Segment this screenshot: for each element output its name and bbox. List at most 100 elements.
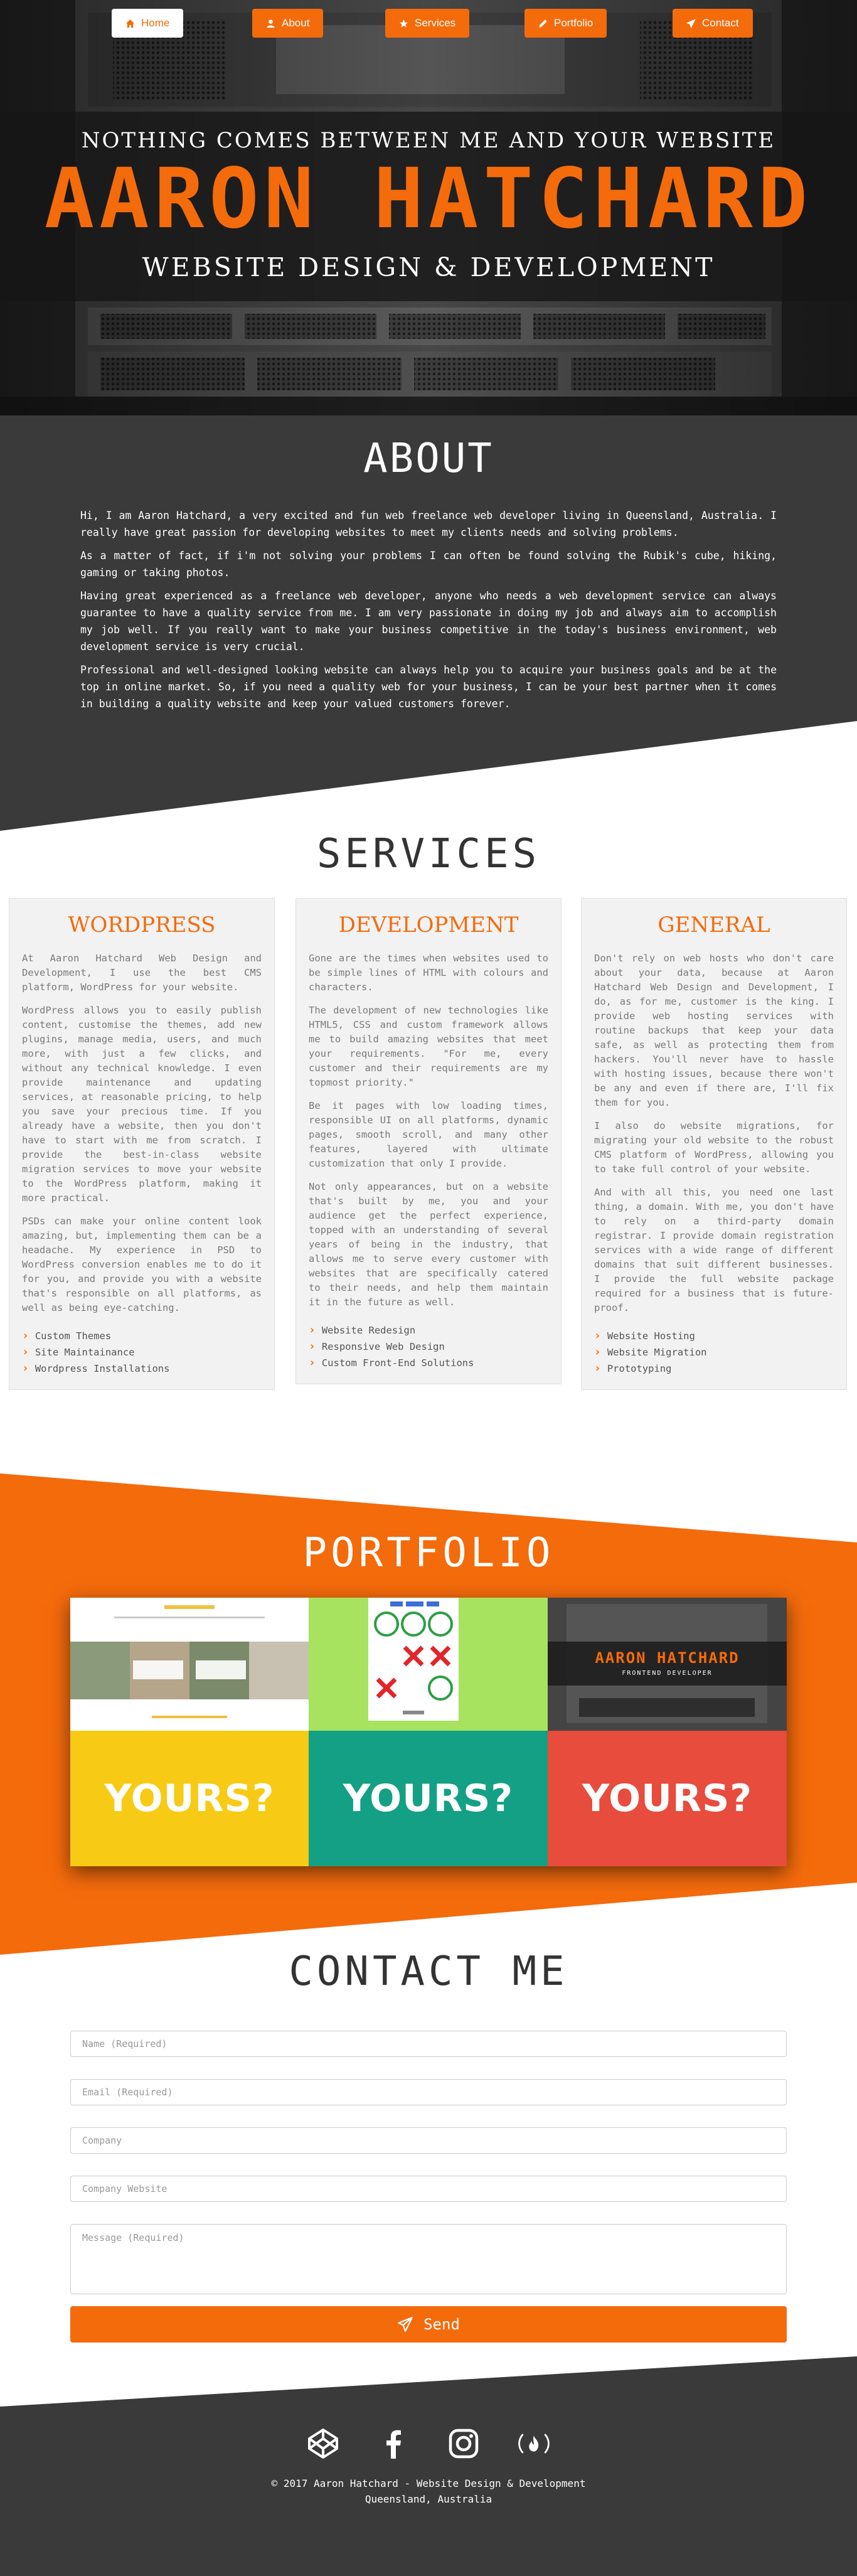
nav-portfolio-label: Portfolio [554,17,594,29]
main-nav: Home About Services Portfolio Contact [0,9,857,38]
home-icon [125,19,135,28]
nav-home[interactable]: Home [112,9,184,38]
service-feature-list: › Custom Themes › Site Maintainance › Wordp… [22,1328,262,1377]
copyright: © 2017 Aaron Hatchard - Website Design &… [0,2476,857,2507]
service-feature-list: › Website Redesign › Responsive Web Design… [309,1322,548,1371]
nav-about[interactable]: About [252,9,324,38]
chevron-right-icon: › [594,1362,601,1375]
location-text: Queensland, Australia [365,2493,492,2505]
service-feature: › Custom Front-End Solutions [309,1355,548,1371]
portfolio-grid: AARON HATCHARD FRONTEND DEVELOPER YOURS?… [70,1598,787,1866]
facebook-icon[interactable] [376,2426,411,2461]
about-paragraph: Professional and well-designed looking w… [80,664,777,710]
chevron-right-icon: › [22,1345,29,1359]
service-feature: › Wordpress Installations [22,1360,262,1377]
about-section: ABOUT Hi, I am Aaron Hatchard, a very ex… [0,415,857,831]
message-field[interactable] [70,2224,787,2294]
social-links [0,2426,857,2461]
nav-contact[interactable]: Contact [673,9,753,38]
send-button-label: Send [423,2316,460,2333]
hero-section: Home About Services Portfolio Contact NO… [0,0,857,415]
nav-services-label: Services [415,17,456,29]
about-paragraph: Hi, I am Aaron Hatchard, a very excited … [80,510,777,538]
thumb-subtitle: FRONTEND DEVELOPER [622,1670,713,1677]
contact-title: CONTACT ME [289,1948,568,1995]
portfolio-thumb-website[interactable] [70,1598,309,1731]
service-card-text: PSDs can make your online content look a… [22,1216,262,1313]
service-card-title: GENERAL [657,912,770,938]
user-icon [267,19,275,28]
chevron-right-icon: › [309,1323,316,1337]
paper-plane-icon [398,2317,413,2332]
nav-portfolio[interactable]: Portfolio [524,9,607,38]
service-card-text: Gone are the times when websites used to… [309,953,548,993]
chevron-right-icon: › [594,1329,601,1342]
website-preview-image [70,1598,309,1731]
service-feature: › Website Redesign [309,1322,548,1339]
service-card-text: Be it pages with low loading times, resp… [309,1100,548,1169]
service-card-title: WORDPRESS [68,912,216,938]
service-card-wordpress: WORDPRESS At Aaron Hatchard Web Design a… [9,898,275,1390]
footer: © 2017 Aaron Hatchard - Website Design &… [0,2356,857,2576]
service-card-title: DEVELOPMENT [338,912,519,938]
codepen-icon[interactable] [306,2426,341,2461]
service-card-text: And with all this, you need one last thi… [594,1187,834,1313]
service-card-development: DEVELOPMENT Gone are the times when webs… [295,898,562,1384]
hero-banner: NOTHING COMES BETWEEN ME AND YOUR WEBSIT… [0,112,857,301]
chevron-right-icon: › [309,1356,316,1369]
about-slant-divider [0,721,857,831]
portfolio-yours-tile[interactable]: YOURS? [309,1731,548,1866]
services-section: SERVICES WORDPRESS At Aaron Hatchard Web… [0,831,857,1473]
freecodecamp-icon[interactable] [516,2426,551,2461]
nav-about-label: About [282,17,310,29]
name-field[interactable] [70,2031,787,2057]
hero-subtitle: WEBSITE DESIGN & DEVELOPMENT [142,252,715,282]
about-paragraph: Having great experienced as a freelance … [80,590,777,653]
contact-section: CONTACT ME Send [0,1948,857,2356]
portfolio-bottom-slant [0,1883,857,1955]
service-feature: › Website Hosting [594,1328,834,1344]
service-feature: › Prototyping [594,1360,834,1377]
portfolio-yours-tile[interactable]: YOURS? [70,1731,309,1866]
nav-contact-label: Contact [702,17,739,29]
chevron-right-icon: › [22,1329,29,1342]
service-feature-list: › Website Hosting › Website Migration › Pro… [594,1328,834,1377]
portfolio-thumb-tictactoe[interactable] [309,1598,548,1731]
tictactoe-preview-image [309,1598,548,1731]
about-title: ABOUT [363,436,494,482]
service-card-text: WordPress allows you to easily publish c… [22,1005,262,1204]
portfolio-thumb-personal-site[interactable]: AARON HATCHARD FRONTEND DEVELOPER [548,1598,787,1731]
email-field[interactable] [70,2079,787,2105]
service-feature: › Site Maintainance [22,1344,262,1360]
service-card-text: I also do website migrations, for migrat… [594,1120,834,1175]
company-website-field[interactable] [70,2176,787,2202]
service-feature: › Custom Themes [22,1328,262,1344]
portfolio-title: PORTFOLIO [302,1530,555,1576]
service-feature: › Responsive Web Design [309,1339,548,1355]
chevron-right-icon: › [22,1362,29,1375]
chevron-right-icon: › [309,1340,316,1353]
star-icon [399,19,408,28]
service-card-text: Not only appearances, but on a website t… [309,1181,548,1308]
send-button[interactable]: Send [70,2306,787,2343]
service-card-text: The development of new technologies like… [309,1005,548,1088]
copyright-text: © 2017 Aaron Hatchard - Website Design &… [271,2477,586,2489]
service-card-text: At Aaron Hatchard Web Design and Develop… [22,953,262,993]
hero-name: AARON HATCHARD [44,151,813,247]
thumb-name: AARON HATCHARD [595,1649,740,1667]
hero-tagline: NOTHING COMES BETWEEN ME AND YOUR WEBSIT… [81,128,776,153]
instagram-icon[interactable] [446,2426,481,2461]
chevron-right-icon: › [594,1345,601,1359]
portfolio-section: PORTFOLIO AARON HATCHARD FRONTEND DEVELO… [0,1473,857,1955]
service-card-text: Don't rely on web hosts who don't care a… [594,953,834,1108]
services-title: SERVICES [316,831,541,877]
service-card-general: GENERAL Don't rely on web hosts who don'… [581,898,847,1390]
portfolio-yours-tile[interactable]: YOURS? [548,1731,787,1866]
service-feature: › Website Migration [594,1344,834,1360]
nav-services[interactable]: Services [385,9,470,38]
company-field[interactable] [70,2127,787,2154]
pencil-icon [539,19,547,28]
nav-home-label: Home [141,17,170,29]
paper-plane-icon [686,18,696,28]
about-text: Hi, I am Aaron Hatchard, a very excited … [80,507,777,719]
